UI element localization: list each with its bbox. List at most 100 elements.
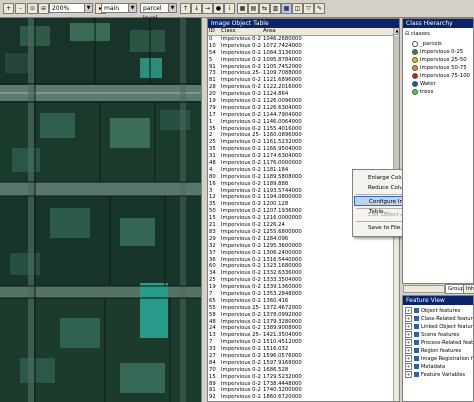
table-row[interactable]: 20 Impervious 0-25 1124.864 <box>208 91 393 98</box>
cell-area: 1353.2848000 <box>263 290 302 297</box>
grid-icon[interactable]: ▦ <box>237 3 248 14</box>
table-row[interactable]: 32 Impervious 0-25 1295.3600000 <box>208 243 393 250</box>
table-row[interactable]: 27 Impervious 0-25 1596.0576000 <box>208 353 393 360</box>
table-row[interactable]: 19 Impervious 0-25 1339.1360000 <box>208 284 393 291</box>
class-root[interactable]: ⊟ classes <box>405 30 430 38</box>
column-header-id[interactable]: ID <box>209 28 219 35</box>
class-item[interactable]: Impervious 0-25 <box>412 48 463 56</box>
table-row[interactable]: 81 Impervious 0-25 1740.3200000 <box>208 387 393 394</box>
table-row[interactable]: 60 Impervious 0-25 1323.1680000 <box>208 263 393 270</box>
expand-icon[interactable]: + <box>405 331 412 338</box>
feature-group[interactable]: + Region features <box>405 347 461 354</box>
info-icon[interactable]: i <box>224 3 235 14</box>
table-row[interactable]: 1 Impervious 0-25 1146.0064000 <box>208 119 393 126</box>
class-item[interactable]: Water <box>412 80 436 88</box>
tab-scrollbar[interactable] <box>403 285 445 293</box>
table-row[interactable]: 92 Impervious 0-25 1860.6720000 <box>208 394 393 401</box>
tools-icon[interactable]: ✎ <box>314 3 325 14</box>
table-row[interactable]: 2 Impervious 25-501160.0896000 <box>208 132 393 139</box>
swap-icon[interactable]: ⇆ <box>259 3 270 14</box>
table-row[interactable]: 17 Impervious 0-25 1144.7904000 <box>208 112 393 119</box>
next-arrow-icon[interactable]: → <box>202 3 213 14</box>
table-row[interactable]: 25 Impervious 0-25 1161.5232000 <box>208 139 393 146</box>
table-row[interactable]: 36 Impervious 0-25 1316.5440000 <box>208 257 393 264</box>
layout-icon[interactable]: ▤ <box>248 3 259 14</box>
level-select[interactable]: parcel level▼ <box>140 3 177 22</box>
zoom-out-icon[interactable]: - <box>15 3 26 14</box>
table-view-icon[interactable]: ▥ <box>270 3 281 14</box>
map-view[interactable] <box>0 18 205 402</box>
class-hierarchy-panel: Class Hierarchy ⊟ classes _parcels Imperv… <box>402 18 474 284</box>
table-row[interactable]: 48 Impervious 0-25 1176.0000000 <box>208 160 393 167</box>
table-row[interactable]: 7 Impervious 0-25 1353.2848000 <box>208 291 393 298</box>
expand-icon[interactable]: + <box>405 315 412 322</box>
table-row[interactable]: 35 Impervious 0-25 1166.9504000 <box>208 146 393 153</box>
up-arrow-icon[interactable]: ↑ <box>180 3 191 14</box>
table-row[interactable]: 7 Impervious 0-25 1510.4512000 <box>208 339 393 346</box>
table-row[interactable]: 79 Impervious 0-25 1126.6304000 <box>208 105 393 112</box>
table-row[interactable]: 33 Impervious 0-25 1516.032 <box>208 346 393 353</box>
table-row[interactable]: 28 Impervious 0-25 1122.2016000 <box>208 84 393 91</box>
table-row[interactable]: 48 Impervious 0-25 1379.3280000 <box>208 319 393 326</box>
table-row[interactable]: 5 Impervious 0-25 1095.8784000 <box>208 57 393 64</box>
feature-group[interactable]: + Image Registration featu <box>405 355 473 362</box>
feature-group[interactable]: + Feature Variables <box>405 371 465 378</box>
tab-inheritance[interactable]: Inhe <box>463 284 474 294</box>
expand-icon[interactable]: + <box>405 363 412 370</box>
class-item[interactable]: trees <box>412 88 433 96</box>
table-row[interactable]: 24 Impervious 0-25 1389.9008000 <box>208 325 393 332</box>
table-row[interactable]: 25 Impervious 0-25 1333.3504000 <box>208 277 393 284</box>
zoom-in-icon[interactable]: + <box>3 3 14 14</box>
table-row[interactable]: 89 Impervious 0-25 1738.4448000 <box>208 381 393 388</box>
scroll-up-icon[interactable]: ▲ <box>394 28 399 35</box>
expand-icon[interactable]: + <box>405 339 412 346</box>
table-row[interactable]: 91 Impervious 0-25 1105.7452000 <box>208 64 393 71</box>
table-row[interactable]: 73 Impervious 25-501109.7088000 <box>208 70 393 77</box>
stop-icon[interactable]: ● <box>213 3 224 14</box>
table-row[interactable]: 10 Impervious 0-25 1072.7424000 <box>208 43 393 50</box>
pan-icon[interactable]: ⊖ <box>38 3 49 14</box>
table-row[interactable]: 31 Impervious 0-25 1174.6304000 <box>208 153 393 160</box>
table-row[interactable]: 55 Impervious 25-501372.4672000 <box>208 305 393 312</box>
expand-icon[interactable]: + <box>405 371 412 378</box>
class-item[interactable]: Impervious 75-100 <box>412 72 470 80</box>
layer-select[interactable]: main ▼ <box>101 3 137 13</box>
table-row[interactable]: 35 Impervious 0-25 1155.4016000 <box>208 126 393 133</box>
table-row[interactable]: 65 Impervious 0-25 1360.416 <box>208 298 393 305</box>
table-row[interactable]: 70 Impervious 0-25 1686.528 <box>208 367 393 374</box>
collapse-icon[interactable]: ⊟ <box>405 31 409 37</box>
feature-group[interactable]: + Scene features <box>405 331 459 338</box>
zoom-select[interactable]: 200% ▼ <box>49 3 93 13</box>
feature-group[interactable]: + Object features <box>405 307 460 314</box>
split-view-icon[interactable]: ◫ <box>292 3 303 14</box>
table-row[interactable]: 58 Impervious 0-25 1378.0992000 <box>208 312 393 319</box>
column-header-area[interactable]: Area <box>263 28 323 35</box>
feature-group[interactable]: + Class-Related features <box>405 315 473 322</box>
table-row[interactable]: 15 Impervious 0-25 1729.5232000 <box>208 374 393 381</box>
expand-icon[interactable]: + <box>405 347 412 354</box>
feature-group[interactable]: + Linked Object features <box>405 323 473 330</box>
down-arrow-icon[interactable]: ↓ <box>191 3 202 14</box>
class-item[interactable]: Impervious 50-75 <box>412 64 467 72</box>
feature-group[interactable]: + Metadata <box>405 363 445 370</box>
expand-icon[interactable]: + <box>405 323 412 330</box>
table-row[interactable]: 19 Impervious 0-25 1126.0096000 <box>208 98 393 105</box>
class-item[interactable]: _parcels <box>412 40 442 48</box>
table-row[interactable]: 81 Impervious 0-25 1121.6896000 <box>208 77 393 84</box>
table-row[interactable]: 13 Impervious 25-501421.3504000 <box>208 332 393 339</box>
object-table-icon[interactable]: ▦ <box>281 3 292 14</box>
column-header-class[interactable]: Class <box>221 28 261 35</box>
filter-icon[interactable]: ▽ <box>303 3 314 14</box>
table-row[interactable]: 37 Impervious 0-25 1306.2400000 <box>208 250 393 257</box>
table-row[interactable]: 54 Impervious 0-25 1084.3136000 <box>208 50 393 57</box>
table-row[interactable]: 84 Impervious 0-25 1597.9168000 <box>208 360 393 367</box>
zoom-fit-icon[interactable]: ⊙ <box>27 3 38 14</box>
cell-id: 7 <box>209 339 213 346</box>
table-row[interactable]: 0 Impervious 0-25 1046.2680000 <box>208 36 393 43</box>
expand-icon[interactable]: + <box>405 355 412 362</box>
table-row[interactable]: 34 Impervious 0-25 1332.6336000 <box>208 270 393 277</box>
feature-group[interactable]: + Process-Related feature <box>405 339 473 346</box>
expand-icon[interactable]: + <box>405 307 412 314</box>
cell-class: Impervious 0-25 <box>221 146 261 153</box>
class-item[interactable]: Impervious 25-50 <box>412 56 467 64</box>
